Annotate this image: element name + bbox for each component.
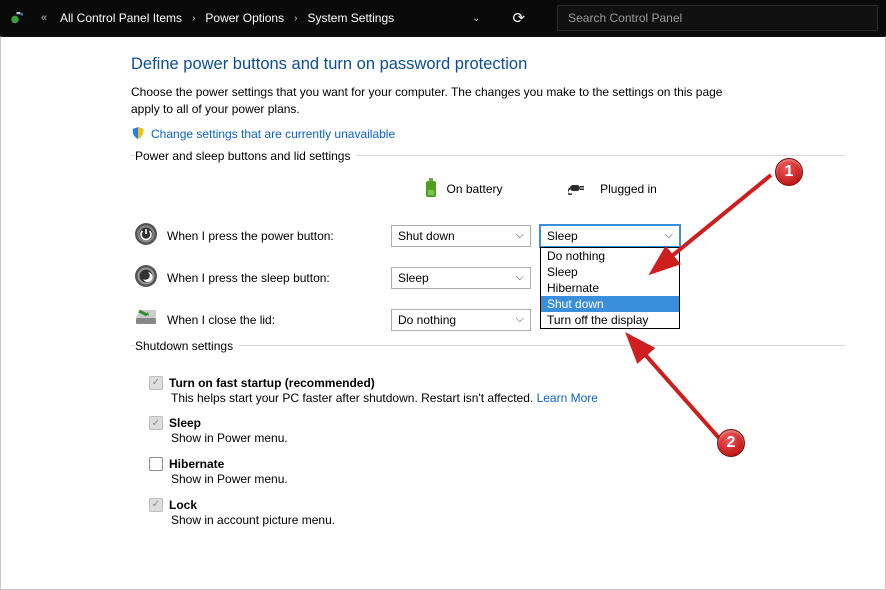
learn-more-link[interactable]: Learn More — [537, 391, 598, 405]
sleep-button-icon — [134, 264, 158, 291]
select-power-battery[interactable]: Shut down — [391, 225, 531, 247]
shutdown-option-title: Turn on fast startup (recommended) — [169, 376, 375, 390]
annotation-badge-1: 1 — [775, 158, 803, 186]
shutdown-option-title: Hibernate — [169, 457, 224, 471]
shield-icon — [131, 126, 145, 143]
dropdown-option[interactable]: Hibernate — [541, 280, 679, 296]
page-description: Choose the power settings that you want … — [131, 84, 731, 118]
breadcrumb[interactable]: Power Options — [205, 11, 284, 25]
shutdown-option: Lock Show in account picture menu. — [149, 498, 845, 529]
select-sleep-battery[interactable]: Sleep — [391, 267, 531, 289]
back-chevrons-icon[interactable]: « — [34, 8, 54, 28]
checkbox-sleep[interactable] — [149, 416, 163, 430]
shutdown-option-sub: Show in account picture menu. — [171, 512, 845, 529]
shutdown-option-sub: Show in Power menu. — [171, 471, 845, 488]
shutdown-option-title: Lock — [169, 498, 197, 512]
content-panel: Define power buttons and turn on passwor… — [0, 36, 886, 590]
change-settings-link[interactable]: Change settings that are currently unava… — [151, 127, 395, 141]
row-label-sleep: When I press the sleep button: — [161, 271, 391, 285]
row-label-lid: When I close the lid: — [161, 313, 391, 327]
dropdown-list-power-plugged: Do nothing Sleep Hibernate Shut down Tur… — [540, 247, 680, 329]
checkbox-hibernate[interactable] — [149, 457, 163, 471]
col-header-battery: On battery — [446, 182, 502, 196]
dropdown-option[interactable]: Do nothing — [541, 248, 679, 264]
section-header-shutdown: Shutdown settings — [135, 335, 239, 357]
checkbox-lock[interactable] — [149, 498, 163, 512]
chevron-right-icon: › — [188, 13, 199, 24]
shutdown-option: Hibernate Show in Power menu. — [149, 457, 845, 488]
select-power-plugged[interactable]: Sleep — [540, 225, 680, 247]
power-button-icon — [134, 222, 158, 249]
row-label-power: When I press the power button: — [161, 229, 391, 243]
checkbox-fast-startup[interactable] — [149, 376, 163, 390]
section-header-power-lid: Power and sleep buttons and lid settings — [135, 145, 356, 167]
search-input[interactable]: Search Control Panel — [557, 5, 878, 31]
dropdown-option[interactable]: Turn off the display — [541, 312, 679, 328]
chevron-right-icon: › — [290, 13, 301, 24]
titlebar: « All Control Panel Items › Power Option… — [0, 0, 886, 36]
shutdown-option: Turn on fast startup (recommended) This … — [149, 376, 845, 407]
breadcrumb[interactable]: System Settings — [307, 11, 394, 25]
page-title: Define power buttons and turn on passwor… — [131, 55, 845, 74]
breadcrumb[interactable]: All Control Panel Items — [60, 11, 182, 25]
battery-icon — [424, 178, 438, 201]
dropdown-option[interactable]: Shut down — [541, 296, 679, 312]
chevron-down-icon[interactable]: ⌄ — [472, 13, 480, 24]
shutdown-option-title: Sleep — [169, 416, 201, 430]
refresh-icon[interactable]: ⟳ — [513, 9, 526, 27]
col-header-plugged: Plugged in — [600, 182, 657, 196]
plug-icon — [568, 181, 592, 198]
annotation-badge-2: 2 — [717, 429, 745, 457]
shutdown-option-sub: This helps start your PC faster after sh… — [171, 391, 537, 405]
dropdown-option[interactable]: Sleep — [541, 264, 679, 280]
app-icon — [8, 8, 28, 28]
select-lid-battery[interactable]: Do nothing — [391, 309, 531, 331]
lid-icon — [133, 308, 159, 331]
